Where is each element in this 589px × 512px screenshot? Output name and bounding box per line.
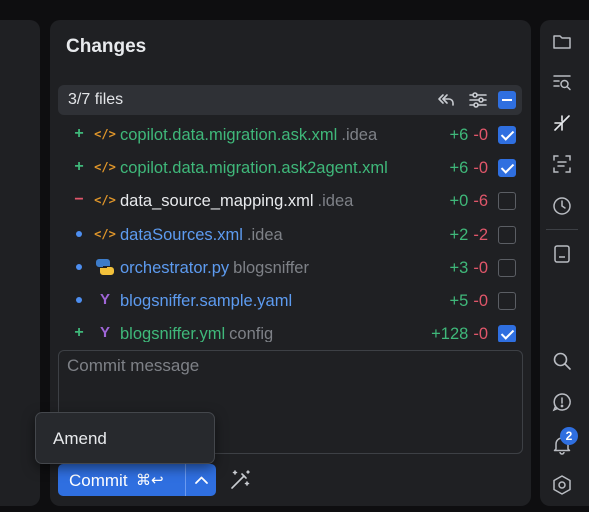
file-name: copilot.data.migration.ask.xml bbox=[120, 126, 338, 144]
additions-count: +0 bbox=[449, 192, 469, 210]
file-checkbox[interactable] bbox=[498, 292, 516, 310]
file-name: dataSources.xml bbox=[120, 226, 243, 244]
file-path: .idea bbox=[317, 192, 354, 210]
right-tool-bar: 2 bbox=[540, 20, 589, 506]
commit-changes-icon[interactable] bbox=[551, 112, 573, 134]
file-row[interactable]: + Y blogsniffer.yml config +128 -0 bbox=[50, 317, 531, 342]
commit-shortcut: ⌘↩ bbox=[136, 471, 164, 489]
deleted-marker: − bbox=[74, 191, 84, 208]
settings-hexagon-icon[interactable] bbox=[551, 474, 573, 496]
amend-menu-item[interactable]: Amend bbox=[53, 429, 107, 449]
file-row[interactable]: + </> copilot.data.migration.ask.xml .ide… bbox=[50, 118, 531, 151]
file-checkbox[interactable] bbox=[498, 159, 516, 177]
magic-wand-icon[interactable] bbox=[228, 468, 252, 492]
select-all-checkbox[interactable] bbox=[498, 91, 516, 109]
history-clock-icon[interactable] bbox=[551, 195, 573, 217]
tool-bar-divider bbox=[546, 229, 578, 230]
additions-count: +3 bbox=[449, 259, 469, 277]
deletions-count: -6 bbox=[473, 192, 488, 210]
file-checkbox[interactable] bbox=[498, 126, 516, 144]
file-path: blogsniffer bbox=[233, 259, 309, 277]
modified-marker bbox=[72, 292, 86, 308]
added-marker: + bbox=[74, 125, 84, 142]
deletions-count: -0 bbox=[473, 259, 488, 277]
rollback-icon[interactable] bbox=[436, 90, 456, 110]
commit-options-button[interactable] bbox=[185, 464, 216, 496]
file-name: copilot.data.migration.ask2agent.xml bbox=[120, 159, 388, 177]
file-path: config bbox=[229, 325, 274, 342]
additions-count: +6 bbox=[449, 159, 469, 177]
deletions-count: -0 bbox=[473, 292, 488, 310]
deletions-count: -0 bbox=[473, 325, 488, 342]
file-name: blogsniffer.sample.yaml bbox=[120, 292, 293, 310]
file-name: data_source_mapping.xml bbox=[120, 192, 314, 210]
xml-file-icon: </> bbox=[94, 127, 116, 141]
deletions-count: -2 bbox=[473, 226, 488, 244]
notification-count-badge: 2 bbox=[560, 427, 578, 445]
problems-icon[interactable] bbox=[551, 391, 573, 413]
deletions-count: -0 bbox=[473, 159, 488, 177]
files-header: 3/7 files bbox=[58, 85, 522, 115]
added-marker: + bbox=[74, 158, 84, 175]
terminal-panel-icon[interactable] bbox=[551, 243, 573, 265]
modified-marker bbox=[72, 226, 86, 242]
file-row[interactable]: Y blogsniffer.sample.yaml +5 -0 bbox=[50, 284, 531, 317]
yaml-file-icon: Y bbox=[99, 324, 110, 341]
commit-button[interactable]: Commit ⌘↩ bbox=[58, 464, 185, 496]
xml-file-icon: </> bbox=[94, 160, 116, 174]
left-panel-edge bbox=[0, 20, 40, 506]
file-row[interactable]: orchestrator.py blogsniffer +3 -0 bbox=[50, 251, 531, 284]
file-checkbox[interactable] bbox=[498, 226, 516, 244]
file-path: .idea bbox=[341, 126, 378, 144]
file-path: .idea bbox=[246, 226, 283, 244]
commit-button-label: Commit bbox=[69, 471, 128, 490]
file-row[interactable]: + </> copilot.data.migration.ask2agent.x… bbox=[50, 151, 531, 184]
file-name: blogsniffer.yml bbox=[120, 325, 226, 342]
file-checkbox[interactable] bbox=[498, 192, 516, 210]
folder-icon[interactable] bbox=[551, 30, 573, 52]
yaml-file-icon: Y bbox=[99, 291, 110, 308]
modified-marker bbox=[72, 259, 86, 275]
xml-file-icon: </> bbox=[94, 227, 116, 241]
filter-settings-icon[interactable] bbox=[468, 90, 488, 110]
file-row[interactable]: </> dataSources.xml .idea +2 -2 bbox=[50, 218, 531, 251]
search-icon[interactable] bbox=[551, 350, 573, 372]
xml-file-icon: </> bbox=[94, 193, 116, 207]
additions-count: +2 bbox=[449, 226, 469, 244]
commit-options-menu: Amend bbox=[35, 412, 215, 464]
file-checkbox[interactable] bbox=[498, 325, 516, 342]
additions-count: +5 bbox=[449, 292, 469, 310]
scan-code-icon[interactable] bbox=[551, 153, 573, 175]
file-list: + </> copilot.data.migration.ask.xml .ide… bbox=[50, 118, 531, 342]
deletions-count: -0 bbox=[473, 126, 488, 144]
additions-count: +6 bbox=[449, 126, 469, 144]
python-file-icon bbox=[96, 259, 114, 275]
chevron-up-icon bbox=[195, 476, 208, 484]
files-count: 3/7 files bbox=[68, 91, 124, 108]
find-in-files-icon[interactable] bbox=[551, 71, 573, 93]
file-row[interactable]: − </> data_source_mapping.xml .idea +0 -6 bbox=[50, 184, 531, 217]
file-checkbox[interactable] bbox=[498, 259, 516, 277]
panel-title: Changes bbox=[66, 36, 147, 57]
file-name: orchestrator.py bbox=[120, 259, 230, 277]
additions-count: +128 bbox=[431, 325, 469, 342]
added-marker: + bbox=[74, 324, 84, 341]
